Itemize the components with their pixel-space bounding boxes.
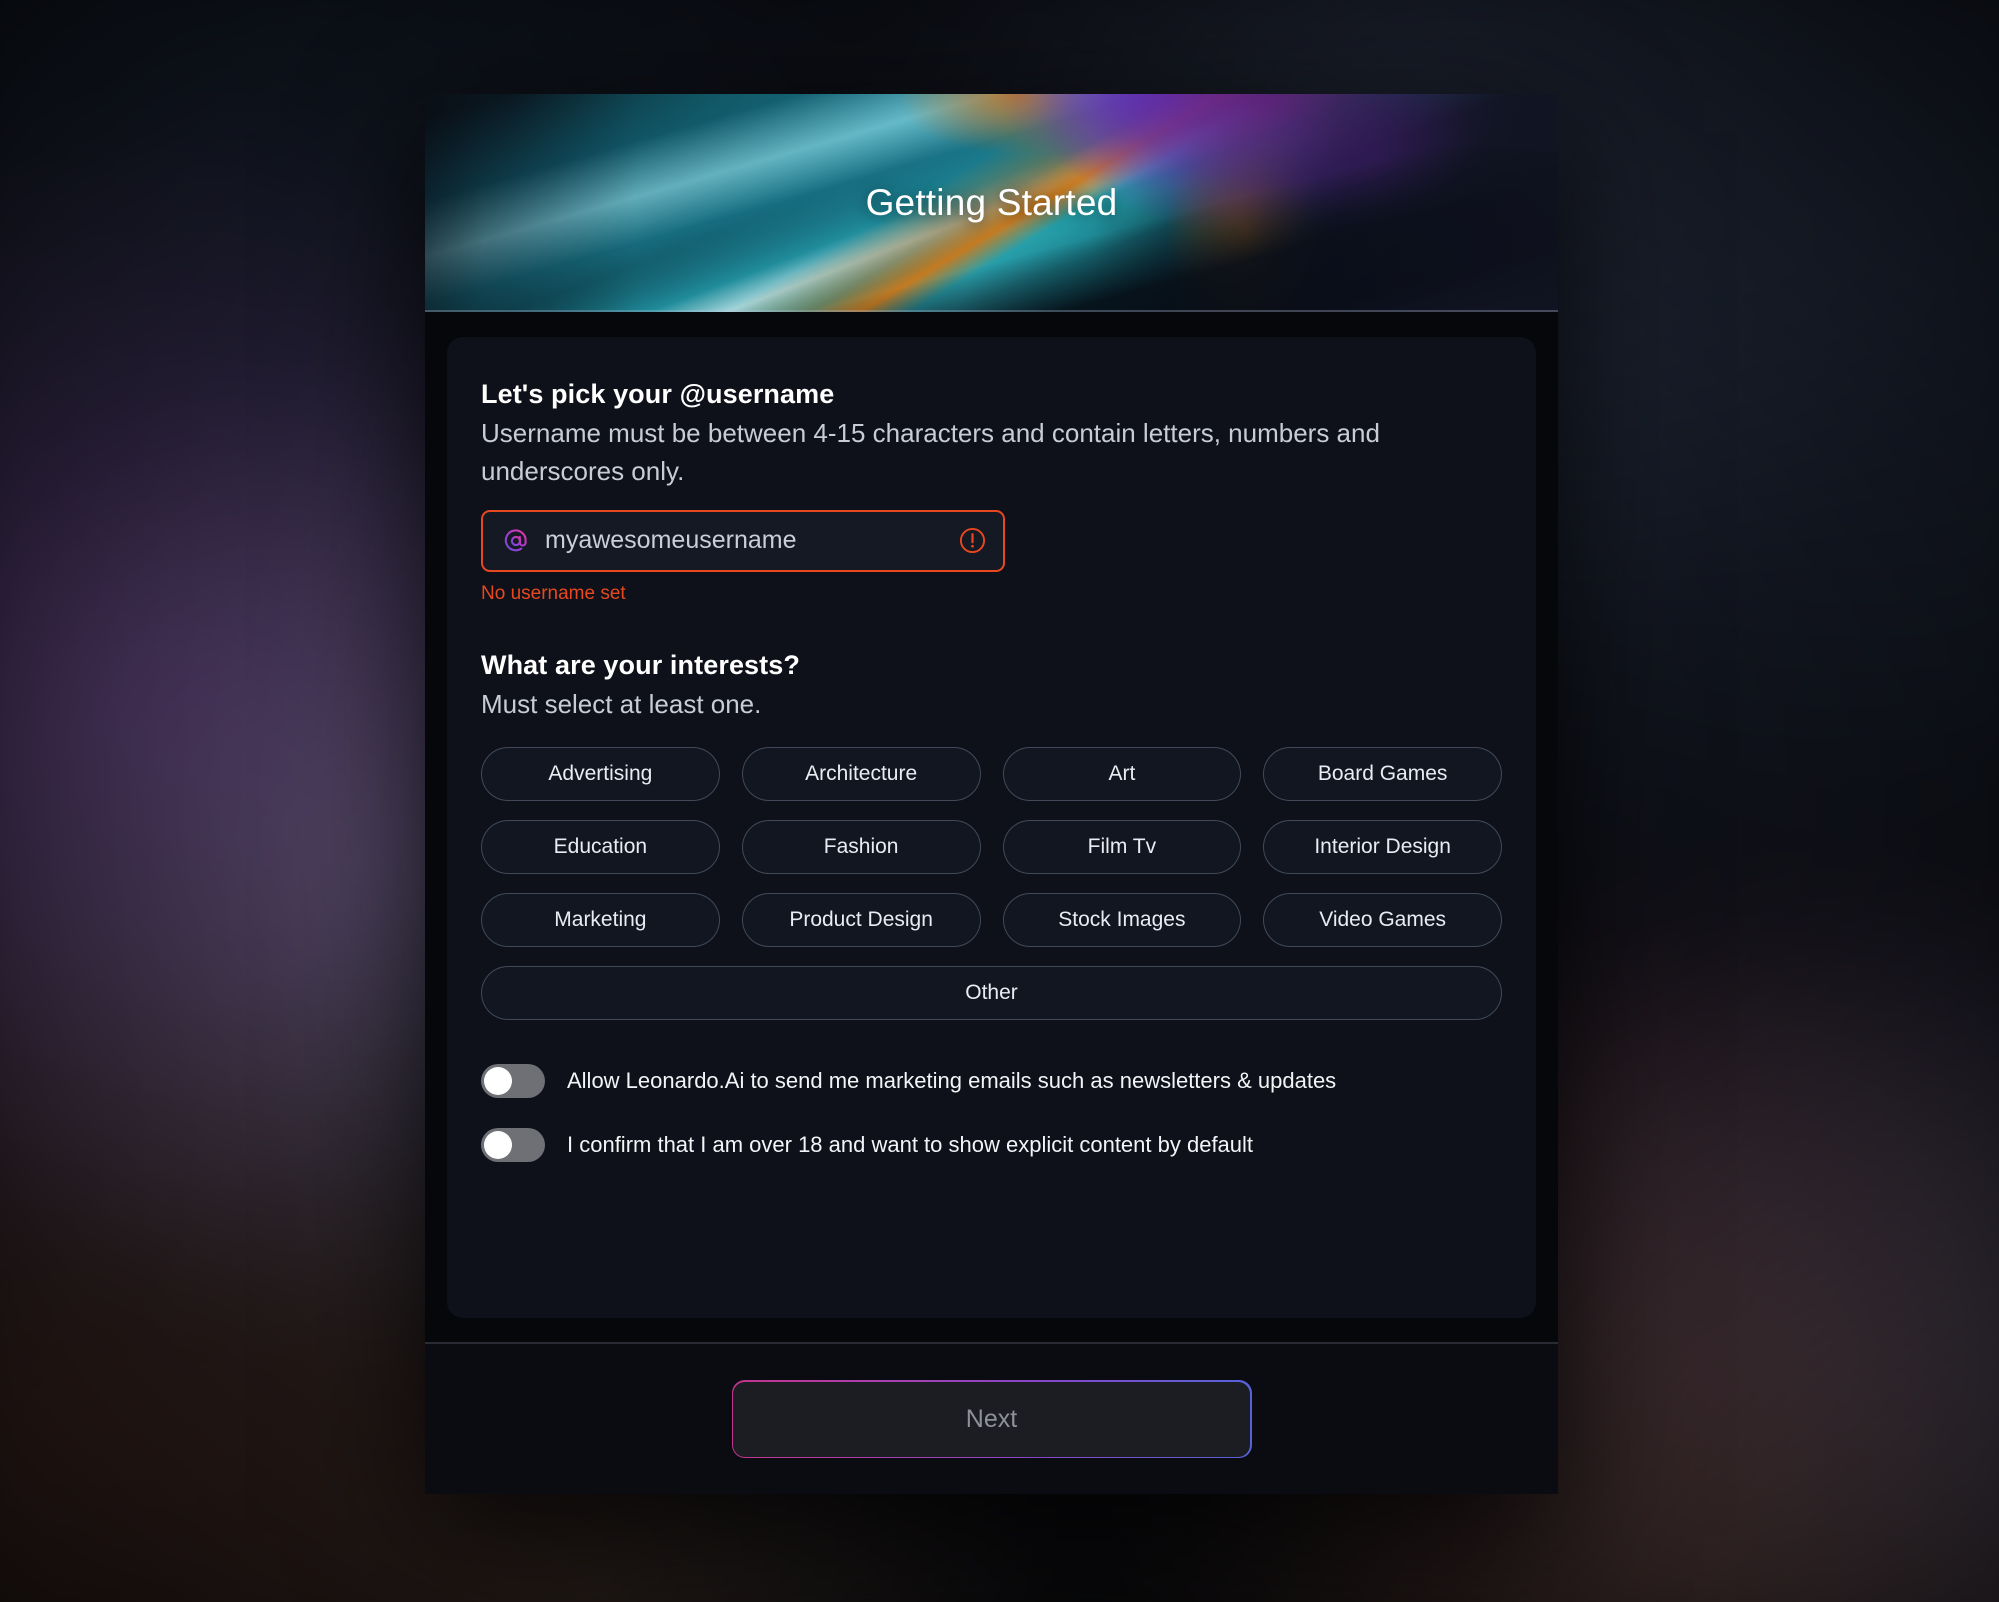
interest-chip[interactable]: Advertising xyxy=(481,747,720,802)
modal-title: Getting Started xyxy=(865,182,1118,223)
getting-started-modal: Getting Started Let's pick your @usernam… xyxy=(425,94,1558,1494)
interests-section: What are your interests? Must select at … xyxy=(481,649,1502,1021)
modal-footer: Next xyxy=(425,1342,1558,1494)
interest-chip[interactable]: Video Games xyxy=(1263,893,1502,948)
at-sign-icon xyxy=(501,526,531,556)
interest-chip[interactable]: Architecture xyxy=(741,747,981,802)
interest-chip-grid: Advertising Architecture Art Board Games… xyxy=(481,747,1502,1021)
username-heading: Let's pick your @username xyxy=(481,379,835,409)
form-card: Let's pick your @username Username must … xyxy=(447,337,1536,1318)
marketing-emails-label: Allow Leonardo.Ai to send me marketing e… xyxy=(567,1068,1337,1094)
interest-chip[interactable]: Marketing xyxy=(481,893,720,948)
interests-description: Must select at least one. xyxy=(481,688,762,719)
interest-chip[interactable]: Fashion xyxy=(741,820,981,875)
hero-divider xyxy=(425,310,1558,312)
username-description: Username must be between 4-15 characters… xyxy=(481,418,1380,487)
interest-chip[interactable]: Film Tv xyxy=(1002,820,1242,875)
interests-heading: What are your interests? xyxy=(481,649,800,680)
interest-chip[interactable]: Education xyxy=(481,820,720,875)
toggle-knob xyxy=(484,1067,512,1096)
alert-circle-icon xyxy=(959,527,986,554)
interest-chip-other[interactable]: Other xyxy=(481,966,1502,1021)
next-button-label: Next xyxy=(733,1381,1250,1457)
username-error-message: No username set xyxy=(481,582,626,604)
modal-body: Let's pick your @username Username must … xyxy=(425,312,1558,1342)
marketing-emails-toggle[interactable] xyxy=(481,1064,545,1099)
interest-chip[interactable]: Interior Design xyxy=(1263,820,1502,875)
explicit-content-label: I confirm that I am over 18 and want to … xyxy=(567,1132,1254,1158)
username-section: Let's pick your @username Username must … xyxy=(481,379,1502,605)
interest-chip[interactable]: Art xyxy=(1002,747,1242,802)
hero-banner: Getting Started xyxy=(425,94,1558,312)
toggle-knob xyxy=(484,1131,512,1160)
toggle-row-marketing-emails: Allow Leonardo.Ai to send me marketing e… xyxy=(481,1064,1502,1099)
toggle-row-explicit-content: I confirm that I am over 18 and want to … xyxy=(481,1128,1502,1163)
interest-chip[interactable]: Product Design xyxy=(741,893,981,948)
next-button[interactable]: Next xyxy=(731,1380,1252,1458)
username-input[interactable] xyxy=(545,526,945,556)
username-input-wrapper[interactable] xyxy=(481,509,1005,572)
interest-chip[interactable]: Stock Images xyxy=(1002,893,1242,948)
interest-chip[interactable]: Board Games xyxy=(1263,747,1502,802)
preferences-toggles: Allow Leonardo.Ai to send me marketing e… xyxy=(481,1064,1502,1163)
explicit-content-toggle[interactable] xyxy=(481,1128,545,1163)
